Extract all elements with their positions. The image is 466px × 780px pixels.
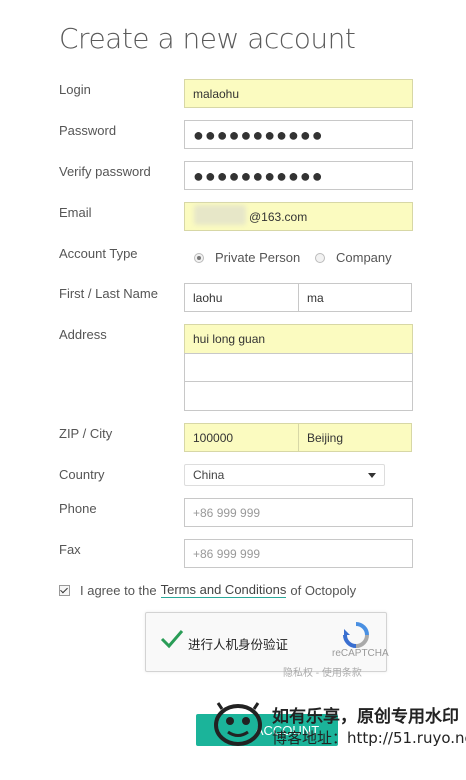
radio-company[interactable]: Company <box>315 250 392 265</box>
agree-suffix: of Octopoly <box>290 582 357 598</box>
country-select[interactable]: China <box>184 464 385 486</box>
recaptcha-widget[interactable]: 进行人机身份验证 reCAPTCHA 隐私权 - 使用条款 <box>145 612 389 679</box>
email-label: Email <box>59 205 92 220</box>
zip-input[interactable]: 100000 <box>184 423 299 452</box>
name-label: First / Last Name <box>59 286 158 301</box>
login-label: Login <box>59 82 91 97</box>
watermark-url: 博客地址：http://51.ruyo.net <box>272 729 466 747</box>
recaptcha-brand: reCAPTCHA <box>332 648 389 659</box>
address-line1-value: hui long guan <box>193 332 266 346</box>
last-name-value: ma <box>307 290 324 305</box>
country-value: China <box>193 468 225 482</box>
radio-company-label: Company <box>336 250 392 265</box>
radio-company-icon <box>315 252 325 263</box>
page-title: Create a new account <box>59 22 356 55</box>
radio-private-person[interactable]: Private Person <box>194 250 300 265</box>
address-line2-input[interactable] <box>184 353 413 382</box>
password-label: Password <box>59 123 117 138</box>
verify-password-value: ●●●●●●●●●●● <box>193 165 324 186</box>
recaptcha-logo-icon <box>343 622 369 648</box>
recaptcha-label: 进行人机身份验证 <box>188 637 289 652</box>
login-value: malaohu <box>193 86 240 101</box>
radio-private-person-icon <box>194 252 204 263</box>
phone-input[interactable]: +86 999 999 <box>184 498 413 527</box>
agree-row: I agree to the Terms and Conditions of O… <box>59 582 356 598</box>
first-name-value: laohu <box>193 290 223 305</box>
verify-password-input[interactable]: ●●●●●●●●●●● <box>184 161 413 190</box>
city-input[interactable]: Beijing <box>298 423 412 452</box>
zip-value: 100000 <box>193 430 234 445</box>
fax-input[interactable]: +86 999 999 <box>184 539 413 568</box>
chevron-down-icon <box>368 472 376 478</box>
email-redaction <box>194 205 246 225</box>
watermark-logo-icon <box>214 702 262 746</box>
checkmark-icon <box>160 630 184 649</box>
agree-prefix: I agree to the <box>80 582 157 598</box>
radio-private-person-label: Private Person <box>215 250 301 265</box>
account-type-label: Account Type <box>59 246 138 261</box>
last-name-input[interactable]: ma <box>298 283 412 312</box>
login-input[interactable]: malaohu <box>184 79 413 108</box>
phone-label: Phone <box>59 501 97 516</box>
password-value: ●●●●●●●●●●● <box>193 124 324 145</box>
email-value: @163.com <box>249 209 308 224</box>
recaptcha-links[interactable]: 隐私权 - 使用条款 <box>283 664 362 679</box>
password-input[interactable]: ●●●●●●●●●●● <box>184 120 413 149</box>
address-line3-input[interactable] <box>184 381 413 411</box>
terms-link[interactable]: Terms and Conditions <box>160 582 287 598</box>
fax-placeholder: +86 999 999 <box>193 546 261 561</box>
first-name-input[interactable]: laohu <box>184 283 299 312</box>
country-label: Country <box>59 467 105 482</box>
verify-password-label: Verify password <box>59 164 151 179</box>
phone-placeholder: +86 999 999 <box>193 505 261 520</box>
zip-city-label: ZIP / City <box>59 426 113 441</box>
fax-label: Fax <box>59 542 81 557</box>
city-value: Beijing <box>307 430 344 445</box>
watermark-text: 如有乐享，原创专用水印 <box>272 707 459 727</box>
address-line1-input[interactable]: hui long guan <box>184 324 413 354</box>
agree-checkbox[interactable] <box>59 584 70 596</box>
address-label: Address <box>59 327 107 342</box>
